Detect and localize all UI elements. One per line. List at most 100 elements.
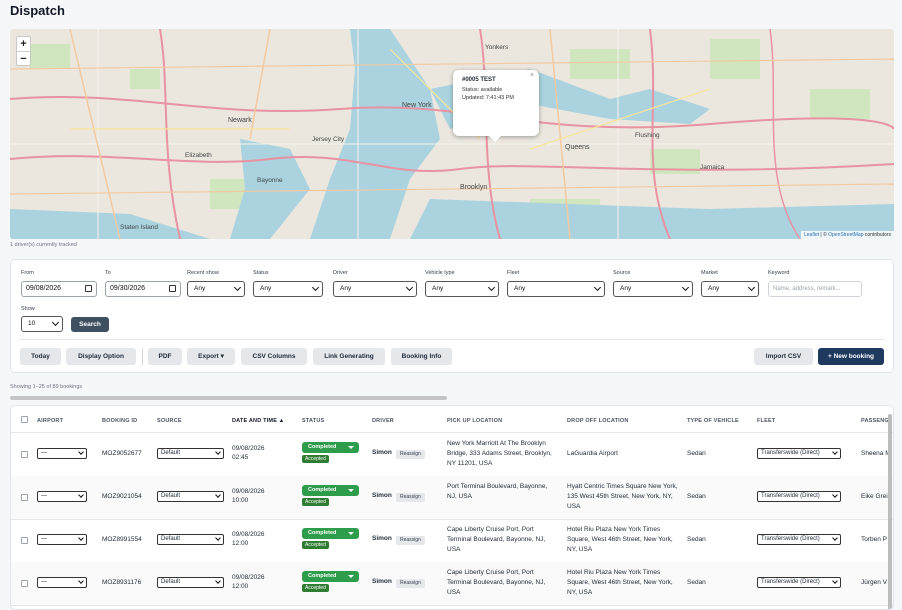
table-row[interactable]: — MOZ8931176 Default 09/08/2026 12:00 Co… <box>11 562 893 605</box>
map-label: Brooklyn <box>460 184 487 191</box>
osm-link[interactable]: OpenStreetMap <box>828 232 863 238</box>
booking-info-button[interactable]: Booking Info <box>391 348 452 365</box>
from-date-input[interactable]: 09/08/2026 <box>21 281 97 297</box>
status-dropdown[interactable]: Completed <box>302 528 359 539</box>
airport-select[interactable]: — <box>37 577 87 588</box>
pickup-location: Cape Liberty Cruise Port, Port Terminal … <box>447 526 546 553</box>
chevron-down-icon <box>78 449 84 455</box>
keyword-input[interactable]: Name, address, remark... <box>768 281 862 297</box>
dispatch-map[interactable]: Newark Bayonne Elizabeth New York Brookl… <box>10 29 894 239</box>
driver-popup: × #0005 TEST Status: available Updated: … <box>453 70 539 142</box>
pdf-button[interactable]: PDF <box>148 348 182 365</box>
fleet-select[interactable]: Any <box>507 281 605 297</box>
horizontal-scrollbar[interactable] <box>10 396 447 400</box>
map-label: Bayonne <box>257 177 283 184</box>
source-value: Default <box>161 450 181 456</box>
pickup-location: Port Terminal Boulevard, Bayonne, NJ, US… <box>447 483 548 500</box>
airport-select[interactable]: — <box>37 534 87 545</box>
col-passenger[interactable]: PASSENG <box>861 418 889 424</box>
recent-show-select[interactable]: Any <box>187 281 245 297</box>
new-booking-button[interactable]: + New booking <box>818 348 884 365</box>
source-select[interactable]: Any <box>613 281 693 297</box>
source-select[interactable]: Default <box>157 448 224 459</box>
booking-id[interactable]: MOZ8991554 <box>102 535 142 545</box>
booking-id[interactable]: MOZ9052677 <box>102 449 142 459</box>
chevron-down-icon <box>832 449 838 455</box>
booking-time: 10:00 <box>232 497 249 504</box>
vehicle-type-select[interactable]: Any <box>425 281 499 297</box>
map-label: Queens <box>565 144 590 151</box>
passenger-name: Torben P <box>861 536 888 543</box>
popup-close-icon[interactable]: × <box>530 72 534 79</box>
status-dropdown[interactable]: Completed <box>302 571 359 582</box>
show-select[interactable]: 10 <box>21 316 63 332</box>
calendar-icon <box>169 285 176 292</box>
col-source[interactable]: SOURCE <box>157 418 182 424</box>
reassign-button[interactable]: Reassign <box>396 579 425 588</box>
reassign-button[interactable]: Reassign <box>396 536 425 545</box>
leaflet-link[interactable]: Leaflet <box>804 232 819 238</box>
show-value: 10 <box>28 320 36 327</box>
airport-select[interactable]: — <box>37 448 87 459</box>
table-row[interactable]: — MOZ9021054 Default 09/08/2026 10:00 Co… <box>11 476 893 519</box>
fleet-value: Transferswide (Direct) <box>761 579 820 585</box>
link-generating-button[interactable]: Link Generating <box>313 348 385 365</box>
booking-time: 12:00 <box>232 583 249 590</box>
row-checkbox[interactable] <box>21 580 28 587</box>
today-button[interactable]: Today <box>20 348 61 365</box>
map-label: New York <box>402 102 432 109</box>
vertical-scrollbar[interactable] <box>888 414 892 609</box>
col-fleet[interactable]: FLEET <box>757 418 775 424</box>
passenger-name: Eike Grei <box>861 493 888 500</box>
status-dropdown[interactable]: Completed <box>302 442 359 453</box>
market-select[interactable]: Any <box>701 281 759 297</box>
table-row[interactable]: — MOZ9052677 Default 09/08/2026 02:45 Co… <box>11 433 893 476</box>
row-checkbox[interactable] <box>21 451 28 458</box>
col-airport[interactable]: AIRPORT <box>37 418 63 424</box>
passenger-name: Jürgen V <box>861 579 888 586</box>
col-booking-id[interactable]: BOOKING ID <box>102 418 137 424</box>
tracked-count: 1 driver(s) currently tracked <box>10 242 77 248</box>
airport-value: — <box>41 450 47 456</box>
chevron-down-icon <box>215 535 221 541</box>
source-select[interactable]: Default <box>157 491 224 502</box>
import-csv-button[interactable]: Import CSV <box>754 348 813 365</box>
status-select[interactable]: Any <box>253 281 323 297</box>
fleet-select[interactable]: Transferswide (Direct) <box>757 491 841 502</box>
from-date-value: 09/08/2026 <box>26 285 62 292</box>
booking-id[interactable]: MOZ9021054 <box>102 492 142 502</box>
fleet-select[interactable]: Transferswide (Direct) <box>757 577 841 588</box>
status-dropdown[interactable]: Completed <box>302 485 359 496</box>
chevron-down-icon <box>233 283 242 292</box>
row-checkbox[interactable] <box>21 494 28 501</box>
col-driver[interactable]: DRIVER <box>372 418 394 424</box>
col-dropoff[interactable]: DROP OFF LOCATION <box>567 418 629 424</box>
display-option-button[interactable]: Display Option <box>66 348 136 365</box>
fleet-value: Transferswide (Direct) <box>761 450 820 456</box>
select-all-checkbox[interactable] <box>21 416 28 423</box>
booking-id[interactable]: MOZ8931176 <box>102 578 141 588</box>
csv-columns-button[interactable]: CSV Columns <box>241 348 307 365</box>
search-button[interactable]: Search <box>71 317 109 332</box>
to-date-input[interactable]: 09/30/2026 <box>105 281 181 297</box>
reassign-button[interactable]: Reassign <box>396 493 425 502</box>
row-checkbox[interactable] <box>21 537 28 544</box>
pickup-location: Cape Liberty Cruise Port, Port Terminal … <box>447 569 546 596</box>
zoom-out-button[interactable]: − <box>17 51 30 65</box>
fleet-select[interactable]: Transferswide (Direct) <box>757 448 841 459</box>
fleet-select[interactable]: Transferswide (Direct) <box>757 534 841 545</box>
source-select[interactable]: Default <box>157 534 224 545</box>
fleet-value: Any <box>514 285 526 292</box>
source-select[interactable]: Default <box>157 577 224 588</box>
to-date-value: 09/30/2026 <box>110 285 146 292</box>
export-button[interactable]: Export ▾ <box>187 348 235 365</box>
reassign-button[interactable]: Reassign <box>396 450 425 459</box>
airport-select[interactable]: — <box>37 491 87 502</box>
col-date-time[interactable]: DATE AND TIME ▲ <box>232 418 284 424</box>
driver-select[interactable]: Any <box>333 281 417 297</box>
col-vehicle-type[interactable]: TYPE OF VEHICLE <box>687 418 739 424</box>
zoom-in-button[interactable]: + <box>17 37 30 51</box>
col-status[interactable]: STATUS <box>302 418 324 424</box>
col-pickup[interactable]: PICK UP LOCATION <box>447 418 502 424</box>
table-row[interactable]: — MOZ8991554 Default 09/08/2026 12:00 Co… <box>11 519 893 562</box>
